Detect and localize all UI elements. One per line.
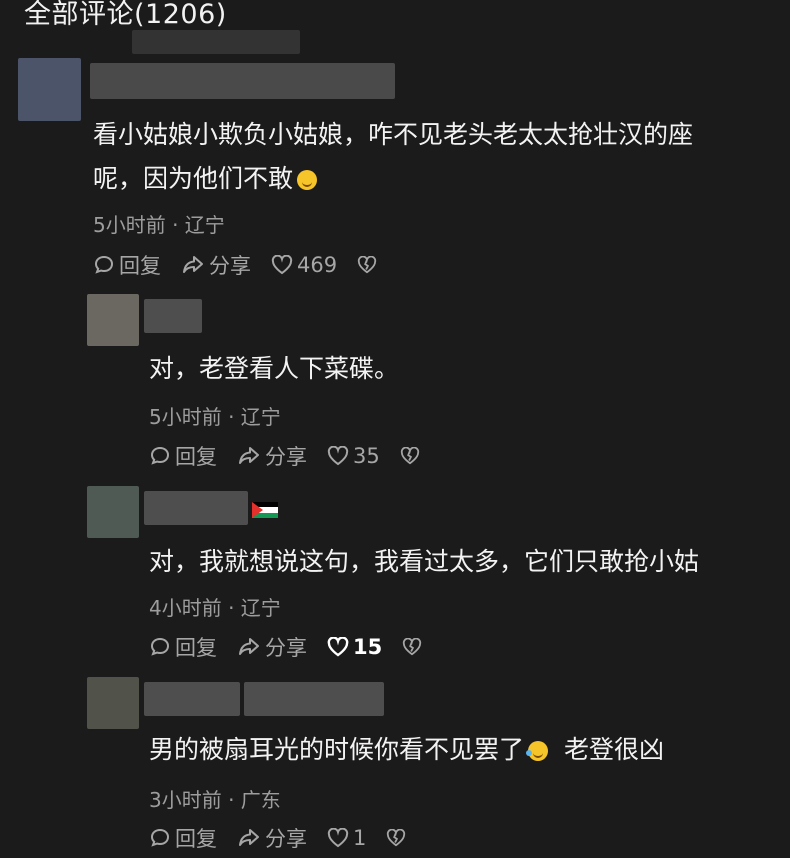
reply-label: 回复 (119, 254, 161, 278)
laughing-crying-emoji-icon (526, 741, 549, 761)
smirk-emoji-icon (297, 170, 318, 190)
palestine-flag-icon (252, 502, 278, 518)
like-count: 15 (353, 635, 383, 659)
comment-text: 对，老登看人下菜碟。 (149, 354, 400, 383)
broken-heart-icon (387, 829, 406, 847)
username-blurred[interactable] (144, 682, 240, 716)
like-button[interactable]: 469 (271, 253, 337, 277)
blurred-banner (132, 30, 300, 54)
reply-button[interactable]: 回复 (149, 632, 217, 662)
broken-heart-icon (357, 256, 377, 274)
comment-meta: 4小时前 · 辽宁 (149, 596, 281, 620)
comment-text: 看小姑娘小欺负小姑娘，咋不见老头老太太抢壮汉的座 (93, 120, 694, 149)
comment-actions: 回复 分享 1 (149, 823, 430, 853)
share-label: 分享 (265, 636, 307, 660)
like-count: 35 (353, 444, 380, 468)
comment-actions: 回复 分享 35 (149, 441, 444, 471)
heart-icon (327, 446, 349, 466)
share-icon (239, 638, 259, 655)
comment-text: 呢，因为他们不敢 (93, 157, 318, 201)
comment-text-line: 老登很凶 (563, 735, 664, 764)
reply-label: 回复 (175, 827, 217, 851)
heart-icon (327, 637, 349, 657)
comment-text: 对，我就想说这句，我看过太多，它们只敢抢小姑 (149, 547, 700, 576)
comment-meta: 5小时前 · 辽宁 (149, 405, 281, 429)
username-blurred[interactable] (90, 63, 395, 99)
share-icon (183, 256, 203, 273)
avatar[interactable] (87, 294, 139, 346)
share-label: 分享 (265, 445, 307, 469)
username-blurred[interactable] (244, 682, 384, 716)
avatar[interactable] (87, 677, 139, 729)
dislike-button[interactable] (386, 829, 410, 847)
reply-icon (150, 637, 170, 656)
reply-icon (150, 446, 170, 465)
share-button[interactable]: 分享 (237, 823, 307, 853)
share-label: 分享 (265, 827, 307, 851)
reply-icon (150, 828, 170, 847)
reply-label: 回复 (175, 636, 217, 660)
share-button[interactable]: 分享 (181, 250, 251, 280)
share-icon (239, 447, 259, 464)
broken-heart-icon (403, 638, 422, 656)
avatar[interactable] (18, 58, 81, 121)
like-button[interactable]: 15 (327, 635, 382, 659)
comment-text-line: 男的被扇耳光的时候你看不见罢了 (149, 735, 525, 764)
username-blurred[interactable] (144, 491, 248, 525)
share-button[interactable]: 分享 (237, 441, 307, 471)
like-count: 469 (297, 253, 338, 277)
like-button[interactable]: 1 (327, 826, 366, 850)
like-button[interactable]: 35 (327, 444, 380, 468)
reply-icon (94, 255, 114, 274)
dislike-button[interactable] (357, 256, 381, 274)
heart-icon (327, 828, 349, 848)
like-count: 1 (353, 826, 367, 850)
avatar[interactable] (87, 486, 139, 538)
reply-button[interactable]: 回复 (149, 823, 217, 853)
comment-actions: 回复 分享 15 (149, 632, 446, 662)
heart-icon (271, 255, 293, 275)
dislike-button[interactable] (400, 447, 424, 465)
comment-meta: 5小时前 · 辽宁 (93, 213, 225, 237)
share-icon (239, 829, 259, 846)
comments-header: 全部评论(1206) (24, 0, 227, 30)
reply-label: 回复 (175, 445, 217, 469)
username-blurred[interactable] (144, 299, 202, 333)
share-button[interactable]: 分享 (237, 632, 307, 662)
comment-text: 男的被扇耳光的时候你看不见罢了 老登很凶 (149, 728, 664, 772)
reply-button[interactable]: 回复 (149, 441, 217, 471)
dislike-button[interactable] (402, 638, 426, 656)
comment-actions: 回复 分享 469 (93, 250, 401, 280)
share-label: 分享 (209, 254, 251, 278)
broken-heart-icon (400, 447, 419, 465)
comment-meta: 3小时前 · 广东 (149, 788, 281, 812)
reply-button[interactable]: 回复 (93, 250, 161, 280)
comment-text-line: 呢，因为他们不敢 (93, 164, 294, 193)
